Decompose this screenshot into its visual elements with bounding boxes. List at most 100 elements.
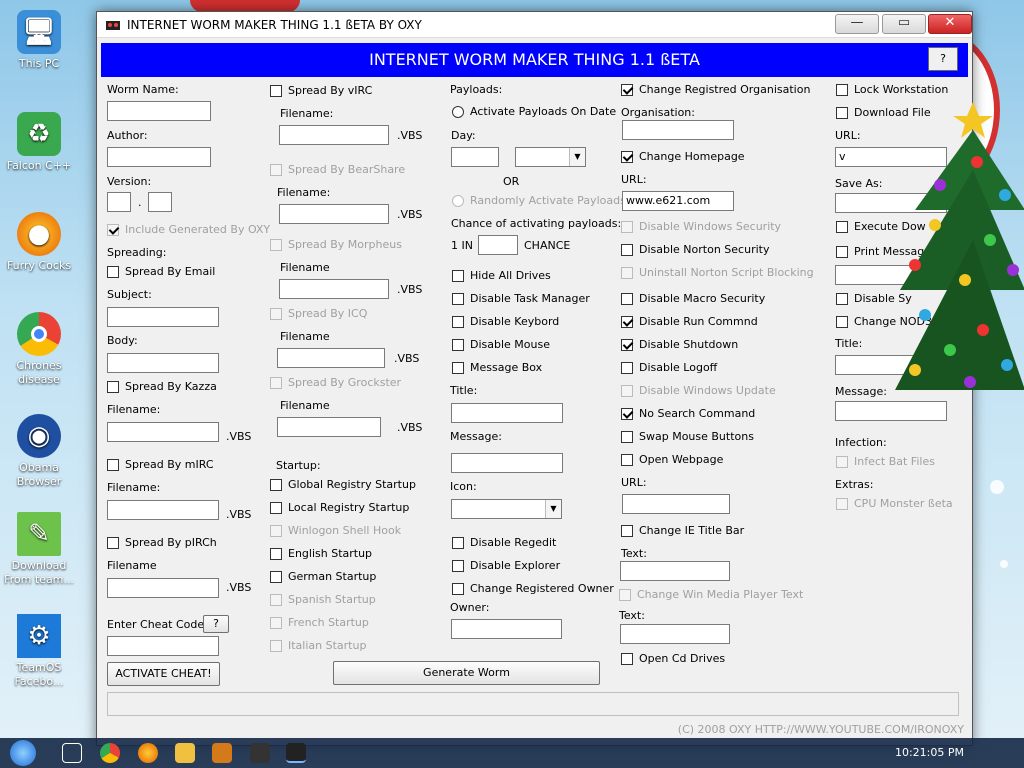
chrome-taskbar-icon[interactable] <box>100 743 120 763</box>
disable-shutdown-checkbox[interactable]: Disable Shutdown <box>621 338 738 351</box>
disable-explorer-checkbox[interactable]: Disable Explorer <box>452 559 560 572</box>
cpu-monster-checkbox[interactable]: CPU Monster ßeta <box>836 497 953 510</box>
message-box-checkbox[interactable]: Message Box <box>452 361 542 374</box>
spread-morpheus-checkbox[interactable]: Spread By Morpheus <box>270 238 402 251</box>
pirch-filename-input[interactable] <box>107 578 219 598</box>
english-startup-checkbox[interactable]: English Startup <box>270 547 372 560</box>
lock-workstation-checkbox[interactable]: Lock Workstation <box>836 83 948 96</box>
desktop-icon-teamos[interactable]: ⚙ TeamOS Facebo... <box>4 614 74 689</box>
spanish-startup-checkbox[interactable]: Spanish Startup <box>270 593 376 606</box>
infect-bat-checkbox[interactable]: Infect Bat Files <box>836 455 935 468</box>
german-startup-checkbox[interactable]: German Startup <box>270 570 376 583</box>
subject-input[interactable] <box>107 307 219 327</box>
body-input[interactable] <box>107 353 219 373</box>
no-search-checkbox[interactable]: No Search Command <box>621 407 755 420</box>
local-registry-checkbox[interactable]: Local Registry Startup <box>270 501 409 514</box>
disable-windows-security-checkbox[interactable]: Disable Windows Security <box>621 220 781 233</box>
version-major-input[interactable] <box>107 192 131 212</box>
include-generated-checkbox[interactable]: Include Generated By OXY <box>107 223 270 236</box>
owner-input[interactable] <box>451 619 562 639</box>
worm-name-input[interactable] <box>107 101 211 121</box>
spread-kazza-checkbox[interactable]: Spread By Kazza <box>107 380 217 393</box>
firefox-icon: ● <box>17 212 61 256</box>
desktop-icon-chrome[interactable]: Chrones disease <box>4 312 74 387</box>
morpheus-filename-input[interactable] <box>279 279 389 299</box>
disable-norton-checkbox[interactable]: Disable Norton Security <box>621 243 769 256</box>
activate-on-date-radio[interactable]: Activate Payloads On Date <box>452 105 616 118</box>
minimize-button[interactable]: — <box>835 14 879 34</box>
icq-filename-input[interactable] <box>277 348 385 368</box>
webpage-url-input[interactable] <box>622 494 730 514</box>
activate-cheat-button[interactable]: ACTIVATE CHEAT! <box>107 662 220 686</box>
spread-virc-checkbox[interactable]: Spread By vIRC <box>270 84 372 97</box>
app-taskbar-icon[interactable] <box>212 743 232 763</box>
maximize-button[interactable]: ▭ <box>882 14 926 34</box>
virc-filename-input[interactable] <box>279 125 389 145</box>
disable-run-checkbox[interactable]: Disable Run Commnd <box>621 315 758 328</box>
disable-regedit-checkbox[interactable]: Disable Regedit <box>452 536 556 549</box>
change-org-checkbox[interactable]: Change Registred Organisation <box>621 83 810 96</box>
winlogon-checkbox[interactable]: Winlogon Shell Hook <box>270 524 401 537</box>
open-webpage-checkbox[interactable]: Open Webpage <box>621 453 723 466</box>
spread-icq-checkbox[interactable]: Spread By ICQ <box>270 307 367 320</box>
bearshare-filename-input[interactable] <box>279 204 389 224</box>
desktop-icon-this-pc[interactable]: 🖥 This PC <box>4 10 74 71</box>
msgbox-title-input[interactable] <box>451 403 563 423</box>
firefox-taskbar-icon[interactable] <box>138 743 158 763</box>
disable-mouse-checkbox[interactable]: Disable Mouse <box>452 338 550 351</box>
version-minor-input[interactable] <box>148 192 172 212</box>
change-wmp-text-checkbox[interactable]: Change Win Media Player Text <box>619 588 803 601</box>
change-ie-title-checkbox[interactable]: Change IE Title Bar <box>621 524 744 537</box>
global-registry-checkbox[interactable]: Global Registry Startup <box>270 478 416 491</box>
status-panel <box>107 692 959 716</box>
change-homepage-checkbox[interactable]: Change Homepage <box>621 150 745 163</box>
randomly-activate-radio[interactable]: Randomly Activate Payloads <box>452 194 626 207</box>
organisation-input[interactable] <box>622 120 734 140</box>
disable-logoff-checkbox[interactable]: Disable Logoff <box>621 361 717 374</box>
start-button[interactable] <box>10 740 36 766</box>
desktop-icon-obama[interactable]: ◉ Obama Browser <box>4 414 74 489</box>
disable-windows-update-checkbox[interactable]: Disable Windows Update <box>621 384 776 397</box>
kazza-filename-input[interactable] <box>107 422 219 442</box>
disable-macro-checkbox[interactable]: Disable Macro Security <box>621 292 765 305</box>
cheat-code-input[interactable] <box>107 636 219 656</box>
task-view-icon[interactable] <box>62 743 82 763</box>
app-taskbar-icon-2[interactable] <box>250 743 270 763</box>
spread-mirc-checkbox[interactable]: Spread By mIRC <box>107 458 214 471</box>
cheat-help-button[interactable]: ? <box>203 615 229 633</box>
mirc-filename-input[interactable] <box>107 500 219 520</box>
disable-keyboard-checkbox[interactable]: Disable Keybord <box>452 315 559 328</box>
spread-email-checkbox[interactable]: Spread By Email <box>107 265 215 278</box>
month-dropdown[interactable]: ▼ <box>515 147 586 167</box>
msgbox-message-input[interactable] <box>451 453 563 473</box>
author-input[interactable] <box>107 147 211 167</box>
worm-maker-taskbar-icon[interactable] <box>286 743 306 763</box>
disable-task-manager-checkbox[interactable]: Disable Task Manager <box>452 292 590 305</box>
french-startup-checkbox[interactable]: French Startup <box>270 616 369 629</box>
grockster-filename-input[interactable] <box>277 417 381 437</box>
spread-bearshare-checkbox[interactable]: Spread By BearShare <box>270 163 405 176</box>
generate-worm-button[interactable]: Generate Worm <box>333 661 600 685</box>
desktop-icon-firefox[interactable]: ● Furry Cocks <box>4 212 74 273</box>
homepage-url-input[interactable]: www.e621.com <box>622 191 734 211</box>
wmp-text-input[interactable] <box>620 624 730 644</box>
ie-title-text-input[interactable] <box>620 561 730 581</box>
change-owner-checkbox[interactable]: Change Registered Owner <box>452 582 614 595</box>
desktop-icon-download[interactable]: ✎ Download From team... <box>4 512 74 587</box>
open-cd-checkbox[interactable]: Open Cd Drives <box>621 652 725 665</box>
italian-startup-checkbox[interactable]: Italian Startup <box>270 639 366 652</box>
uninstall-norton-checkbox[interactable]: Uninstall Norton Script Blocking <box>621 266 814 279</box>
spread-grockster-checkbox[interactable]: Spread By Grockster <box>270 376 401 389</box>
icon-dropdown[interactable]: ▼ <box>451 499 562 519</box>
day-input[interactable] <box>451 147 499 167</box>
swap-mouse-checkbox[interactable]: Swap Mouse Buttons <box>621 430 754 443</box>
spread-pirch-checkbox[interactable]: Spread By pIRCh <box>107 536 217 549</box>
desktop-icon-falcon[interactable]: ♻ Falcon C++ <box>4 112 74 173</box>
hide-drives-checkbox[interactable]: Hide All Drives <box>452 269 551 282</box>
desktop-icon-label: Download From team... <box>4 559 74 586</box>
folder-taskbar-icon[interactable] <box>175 743 195 763</box>
close-button[interactable]: ✕ <box>928 14 972 34</box>
chance-input[interactable] <box>478 235 518 255</box>
nod32-message-label: Message: <box>835 385 887 398</box>
help-button[interactable]: ? <box>928 47 958 71</box>
